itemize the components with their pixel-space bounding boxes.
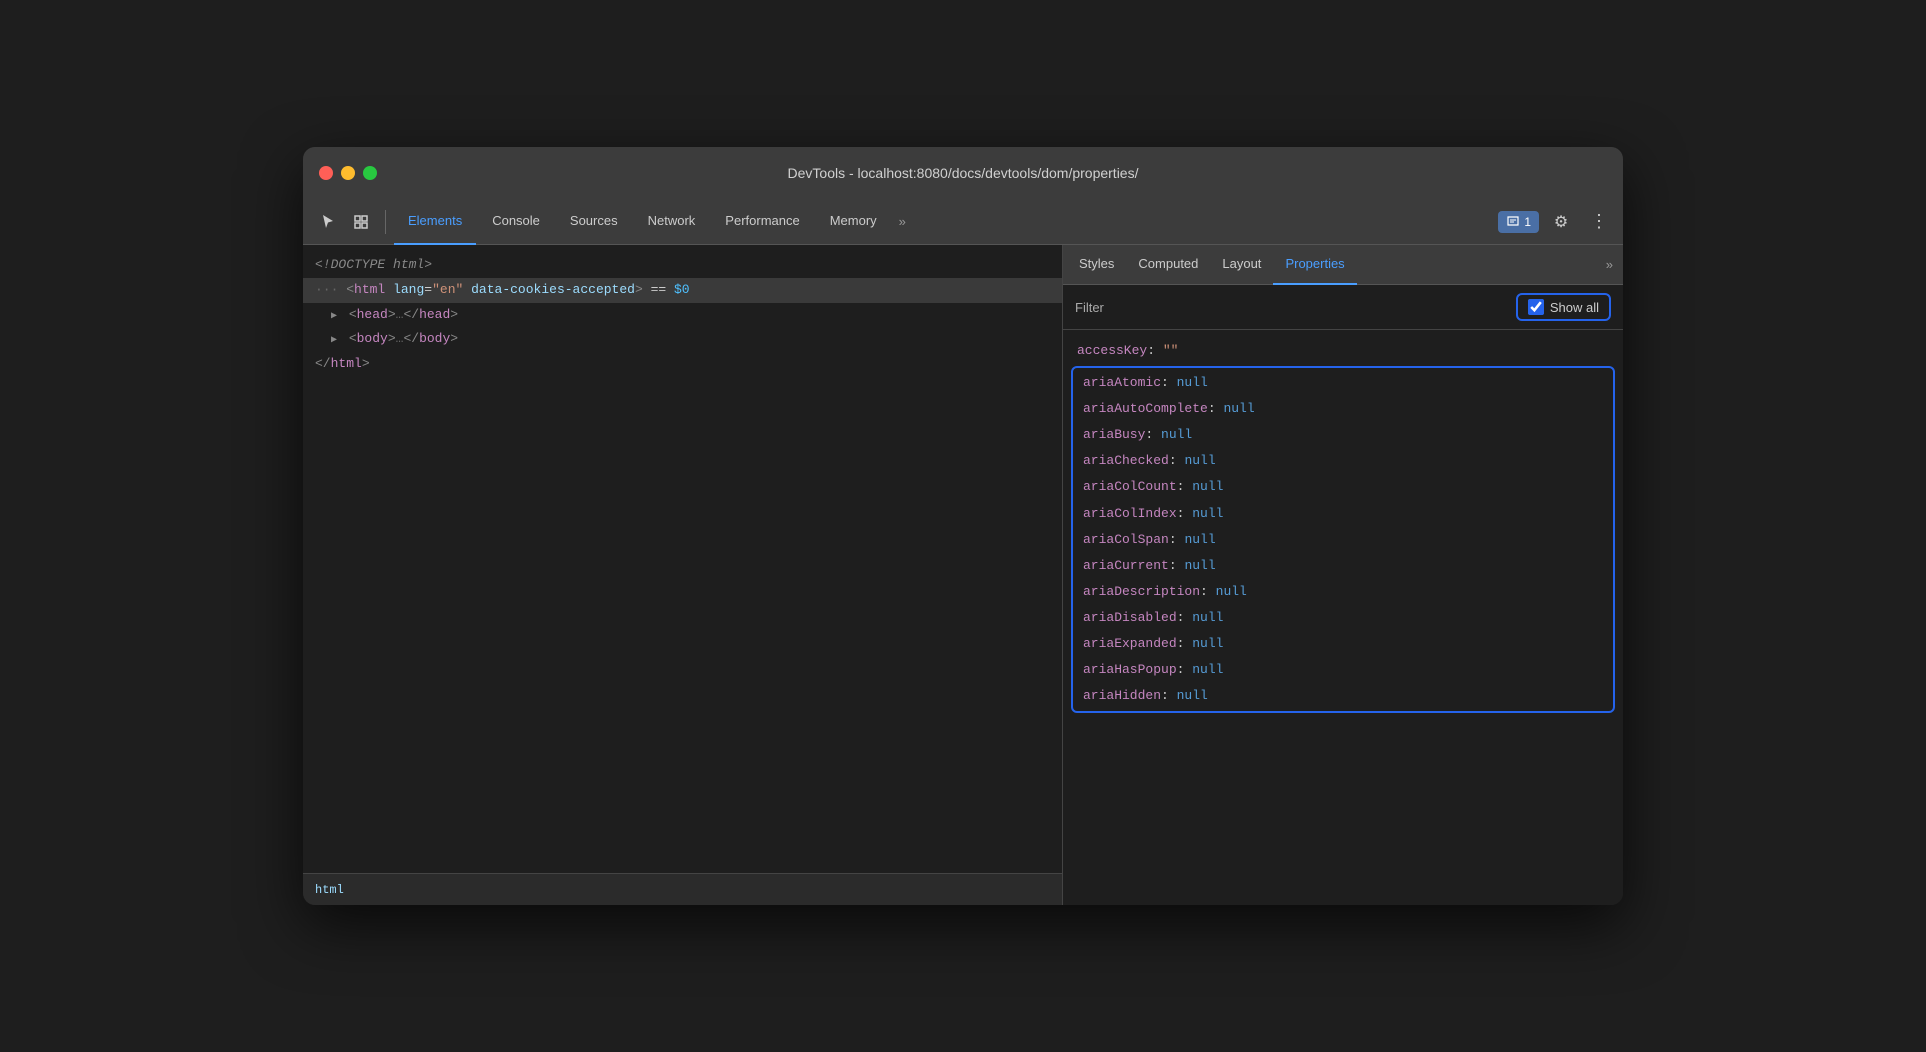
dom-head[interactable]: ▶ <head>…</head> <box>303 303 1062 328</box>
prop-aria-disabled: ariaDisabled: null <box>1073 605 1613 631</box>
toolbar-right: 1 ⚙ ⋮ <box>1498 206 1615 238</box>
dom-html-close: </html> <box>303 352 1062 377</box>
maximize-button[interactable] <box>363 166 377 180</box>
dom-body[interactable]: ▶ <body>…</body> <box>303 327 1062 352</box>
prop-aria-expanded: ariaExpanded: null <box>1073 631 1613 657</box>
more-menu-button[interactable]: ⋮ <box>1583 206 1615 238</box>
dom-tree: <!DOCTYPE html> ··· <html lang="en" data… <box>303 245 1062 873</box>
prop-aria-current: ariaCurrent: null <box>1073 553 1613 579</box>
prop-aria-col-span: ariaColSpan: null <box>1073 527 1613 553</box>
minimize-button[interactable] <box>341 166 355 180</box>
prop-aria-atomic: ariaAtomic: null <box>1073 370 1613 396</box>
properties-panel: Styles Computed Layout Properties » Filt… <box>1063 245 1623 905</box>
filter-label: Filter <box>1075 300 1508 315</box>
prop-aria-description: ariaDescription: null <box>1073 579 1613 605</box>
tab-console[interactable]: Console <box>478 199 554 245</box>
right-more-tabs-button[interactable]: » <box>1600 253 1619 276</box>
prop-aria-has-popup: ariaHasPopup: null <box>1073 657 1613 683</box>
properties-content: accessKey: "" ariaAtomic: null ariaAutoC… <box>1063 330 1623 905</box>
devtools-window: DevTools - localhost:8080/docs/devtools/… <box>303 147 1623 905</box>
dom-html-tag[interactable]: ··· <html lang="en" data-cookies-accepte… <box>303 278 1062 303</box>
prop-aria-col-count: ariaColCount: null <box>1073 474 1613 500</box>
titlebar: DevTools - localhost:8080/docs/devtools/… <box>303 147 1623 199</box>
main-area: <!DOCTYPE html> ··· <html lang="en" data… <box>303 245 1623 905</box>
prop-aria-checked: ariaChecked: null <box>1073 448 1613 474</box>
tab-elements[interactable]: Elements <box>394 199 476 245</box>
elements-panel: <!DOCTYPE html> ··· <html lang="en" data… <box>303 245 1063 905</box>
prop-aria-busy: ariaBusy: null <box>1073 422 1613 448</box>
highlighted-properties-block: ariaAtomic: null ariaAutoComplete: null … <box>1071 366 1615 713</box>
close-button[interactable] <box>319 166 333 180</box>
toolbar: Elements Console Sources Network Perform… <box>303 199 1623 245</box>
prop-aria-autocomplete: ariaAutoComplete: null <box>1073 396 1613 422</box>
filter-bar: Filter Show all <box>1063 285 1623 330</box>
settings-button[interactable]: ⚙ <box>1545 206 1577 238</box>
cursor-icon[interactable] <box>311 206 343 238</box>
prop-aria-col-index: ariaColIndex: null <box>1073 501 1613 527</box>
tab-performance[interactable]: Performance <box>711 199 813 245</box>
show-all-container: Show all <box>1516 293 1611 321</box>
tab-sources[interactable]: Sources <box>556 199 632 245</box>
tab-styles[interactable]: Styles <box>1067 245 1126 285</box>
feedback-badge-button[interactable]: 1 <box>1498 211 1539 233</box>
toolbar-divider <box>385 210 386 234</box>
tab-properties[interactable]: Properties <box>1273 245 1356 285</box>
right-tab-bar: Styles Computed Layout Properties » <box>1063 245 1623 285</box>
dom-doctype: <!DOCTYPE html> <box>303 253 1062 278</box>
inspect-icon[interactable] <box>345 206 377 238</box>
tab-memory[interactable]: Memory <box>816 199 891 245</box>
show-all-checkbox[interactable] <box>1528 299 1544 315</box>
traffic-lights <box>319 166 377 180</box>
show-all-label[interactable]: Show all <box>1550 300 1599 315</box>
window-title: DevTools - localhost:8080/docs/devtools/… <box>788 165 1139 181</box>
tab-network[interactable]: Network <box>634 199 710 245</box>
prop-access-key: accessKey: "" <box>1063 338 1623 364</box>
prop-aria-hidden: ariaHidden: null <box>1073 683 1613 709</box>
breadcrumb: html <box>303 873 1062 905</box>
tab-computed[interactable]: Computed <box>1126 245 1210 285</box>
more-tabs-button[interactable]: » <box>893 210 912 233</box>
tab-layout[interactable]: Layout <box>1210 245 1273 285</box>
